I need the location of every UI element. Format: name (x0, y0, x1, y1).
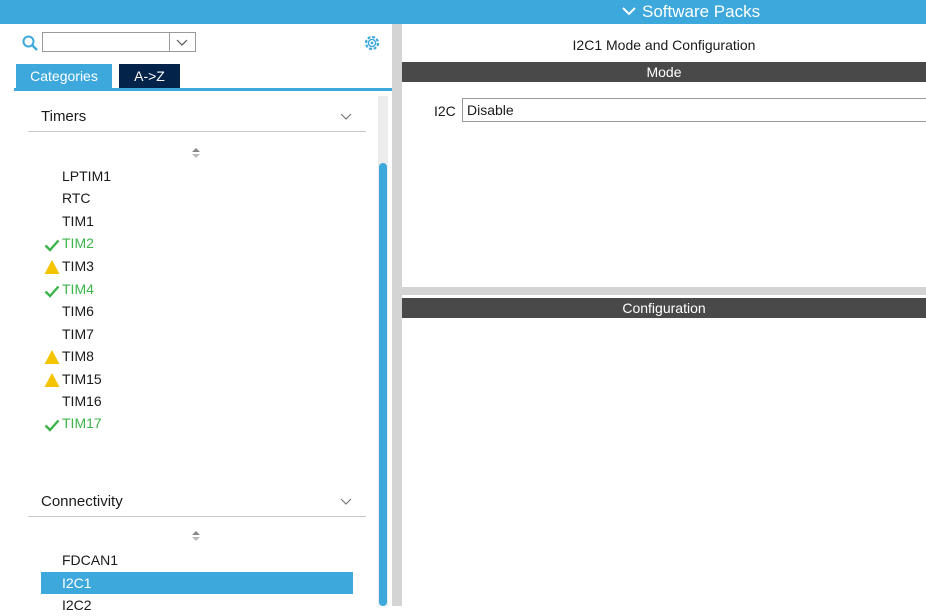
chevron-down-icon (340, 498, 352, 505)
check-icon (44, 285, 60, 298)
sidebar-scrollbar-thumb[interactable] (379, 163, 387, 606)
check-icon (44, 419, 60, 432)
top-bar: Software Packs (0, 0, 926, 24)
panel-separator (402, 287, 926, 295)
search-icon (22, 35, 38, 51)
software-packs-label: Software Packs (642, 2, 761, 21)
list-item[interactable]: TIM4 (62, 278, 94, 300)
mode-header: Mode (402, 62, 926, 82)
software-packs-menu[interactable]: Software Packs (622, 1, 760, 23)
panel-splitter[interactable] (392, 24, 402, 606)
list-item[interactable]: TIM3 (62, 255, 94, 277)
list-item[interactable]: I2C2 (62, 594, 92, 616)
sort-icon[interactable] (191, 530, 201, 542)
chevron-down-icon (622, 6, 636, 15)
list-item[interactable]: TIM16 (62, 390, 102, 412)
tab-a-to-z[interactable]: A->Z (119, 64, 180, 88)
list-item[interactable]: TIM17 (62, 412, 102, 434)
section-title: Timers (41, 108, 87, 125)
warning-icon (44, 373, 60, 387)
tab-underline (14, 88, 392, 91)
warning-icon (44, 260, 60, 274)
gear-icon[interactable] (362, 33, 382, 53)
i2c-mode-select[interactable]: Disable (462, 98, 926, 122)
search-dropdown-button[interactable] (170, 32, 196, 52)
list-item[interactable]: FDCAN1 (62, 549, 118, 571)
section-title: Connectivity (41, 493, 123, 510)
search-input[interactable] (42, 32, 170, 52)
check-icon (44, 239, 60, 252)
configuration-header: Configuration (402, 298, 926, 318)
list-item[interactable]: TIM15 (62, 368, 102, 390)
list-item-selected[interactable]: I2C1 (62, 572, 92, 594)
list-item[interactable]: TIM8 (62, 345, 94, 367)
list-item[interactable]: LPTIM1 (62, 165, 111, 187)
list-item[interactable]: RTC (62, 187, 91, 209)
section-header-connectivity[interactable]: Connectivity (28, 485, 366, 517)
chevron-down-icon (176, 39, 188, 46)
tab-categories[interactable]: Categories (16, 64, 112, 88)
chevron-down-icon (340, 113, 352, 120)
i2c-label: I2C (434, 103, 456, 119)
page-title: I2C1 Mode and Configuration (572, 37, 756, 53)
list-item[interactable]: TIM2 (62, 232, 94, 254)
list-item[interactable]: TIM6 (62, 300, 94, 322)
section-header-timers[interactable]: Timers (28, 100, 366, 132)
list-item[interactable]: TIM7 (62, 323, 94, 345)
list-item[interactable]: TIM1 (62, 210, 94, 232)
sort-icon[interactable] (191, 147, 201, 159)
warning-icon (44, 350, 60, 364)
